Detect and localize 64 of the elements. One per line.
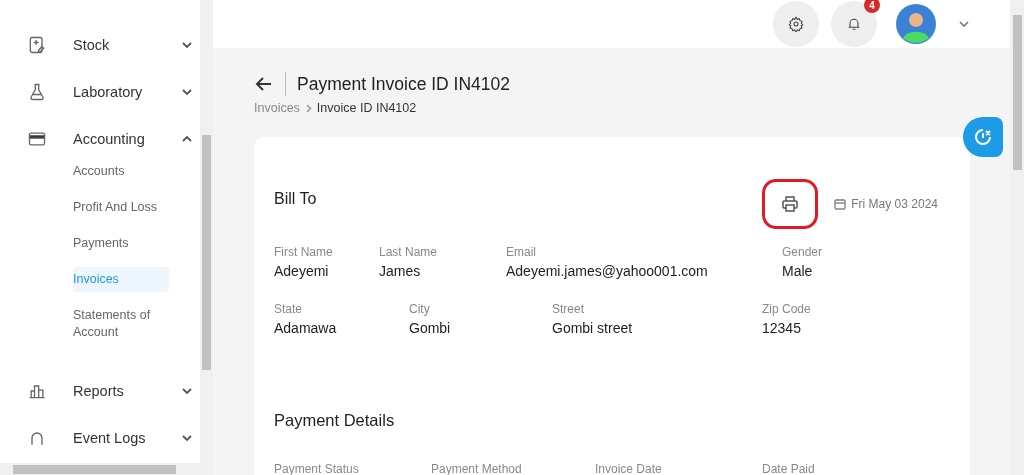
sidebar-item[interactable]: Stock: [0, 30, 200, 60]
field-value: Adeyemi.james@yahoo001.com: [506, 263, 709, 279]
sidebar-item[interactable]: Event Logs: [0, 423, 200, 453]
invoice-date: Fri May 03 2024: [851, 197, 938, 211]
calendar-icon: [834, 198, 847, 210]
section-title: Bill To: [274, 190, 317, 208]
sidebar-item[interactable]: Laboratory: [0, 77, 200, 107]
chevron-icon: [181, 86, 193, 98]
sidebar-label: Reports: [73, 383, 124, 399]
sidebar-subitem[interactable]: Profit And Loss: [73, 195, 169, 220]
vertical-scrollbar[interactable]: [200, 0, 213, 475]
field-label: Zip Code: [762, 302, 812, 317]
clock-icon: [973, 127, 993, 147]
chevron-icon: [303, 103, 313, 113]
avatar-icon[interactable]: [896, 4, 936, 44]
sidebar-label: Event Logs: [73, 430, 146, 446]
chevron-icon: [958, 18, 970, 30]
breadcrumb-link[interactable]: Invoices: [254, 101, 300, 115]
chevron-icon: [181, 385, 193, 397]
chevron-icon: [181, 432, 193, 444]
settings-icon: [788, 16, 804, 32]
floating-action-button[interactable]: [963, 117, 1003, 157]
notifications-button[interactable]: 4: [831, 1, 877, 47]
field-label: Street: [552, 302, 585, 317]
field-label: Payment Status: [274, 462, 360, 475]
field-value: 12345: [762, 320, 802, 336]
sidebar-item[interactable]: Reports: [0, 376, 200, 406]
scrollbar-thumb[interactable]: [202, 135, 211, 370]
print-button[interactable]: [762, 179, 819, 229]
breadcrumb-current: Invoice ID IN4102: [316, 101, 417, 115]
field-label: City: [409, 302, 431, 317]
horizontal-scrollbar[interactable]: [0, 463, 200, 475]
sidebar-label: Stock: [73, 37, 110, 53]
field-value: James: [379, 263, 422, 279]
field-label: Date Paid: [762, 462, 816, 475]
flask-icon: [27, 82, 47, 102]
sidebar-subitem[interactable]: Accounts: [73, 159, 169, 184]
scrollbar-thumb[interactable]: [1013, 15, 1022, 170]
vertical-scrollbar[interactable]: [1010, 0, 1024, 475]
field-value: Adamawa: [274, 320, 338, 336]
field-label: State: [274, 302, 304, 317]
field-value: Gombi street: [552, 320, 634, 336]
chevron-icon: [181, 39, 193, 51]
scrollbar-thumb[interactable]: [13, 465, 176, 474]
sidebar-subitem[interactable]: Statements of Account: [73, 303, 169, 345]
field-label: Last Name: [379, 245, 439, 260]
sidebar-label: Laboratory: [73, 84, 143, 100]
field-label: First Name: [274, 245, 334, 260]
field-label: Invoice Date: [595, 462, 663, 475]
sidebar-subitem[interactable]: Payments: [73, 231, 169, 256]
field-value: Male: [782, 263, 814, 279]
sidebar-item[interactable]: Accounting: [0, 124, 200, 154]
page-title: Payment Invoice ID IN4102: [297, 73, 511, 95]
notification-badge: 4: [864, 0, 880, 13]
field-label: Payment Method: [431, 462, 523, 475]
section-title: Payment Details: [274, 411, 396, 430]
printer-icon: [780, 194, 801, 214]
sidebar-label: Accounting: [73, 131, 145, 147]
field-value: Gombi: [409, 320, 452, 336]
settings-button[interactable]: [773, 1, 819, 47]
field-label: Gender: [782, 245, 824, 260]
clipboard-icon: [27, 35, 47, 55]
field-value: Adeyemi: [274, 263, 330, 279]
field-label: Email: [506, 245, 537, 260]
